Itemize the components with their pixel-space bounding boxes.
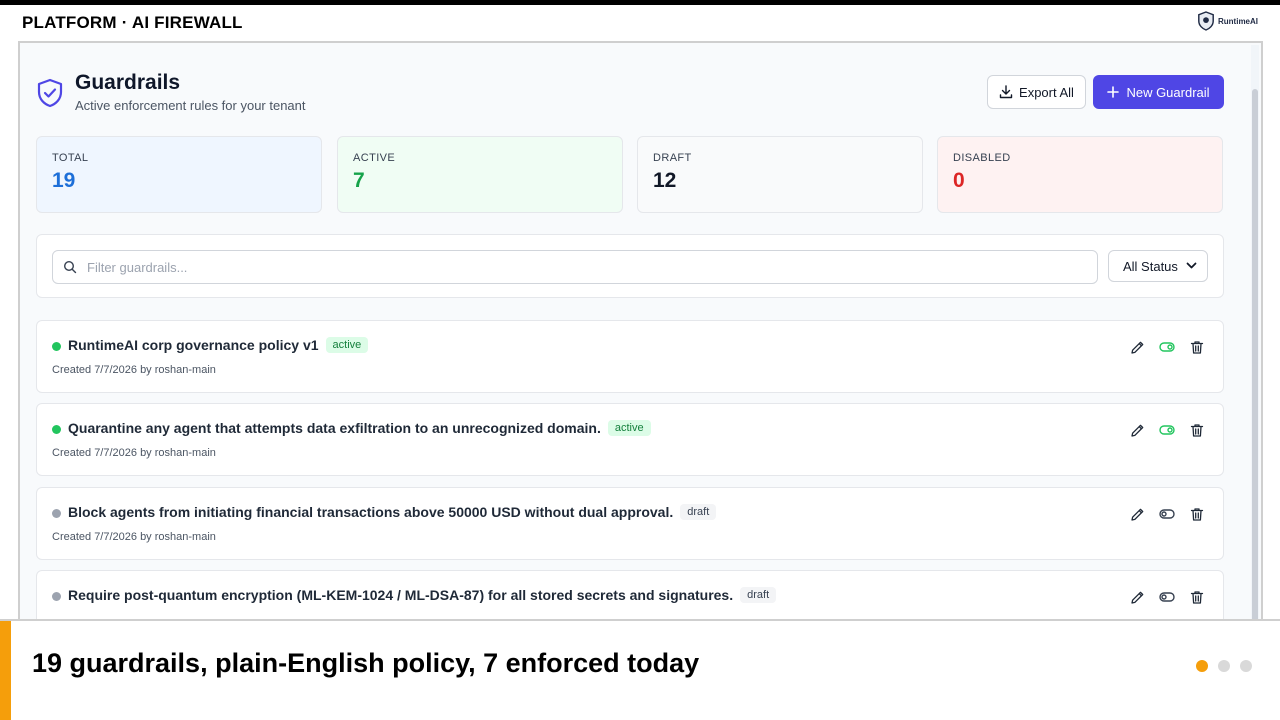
caption-text: 19 guardrails, plain-English policy, 7 e… bbox=[32, 648, 700, 678]
stat-label: DISABLED bbox=[953, 152, 1011, 164]
guardrail-title-row: Block agents from initiating financial t… bbox=[68, 504, 717, 520]
delete-button[interactable] bbox=[1189, 506, 1205, 522]
guardrail-actions bbox=[1129, 589, 1205, 605]
stat-value: 0 bbox=[953, 169, 965, 192]
toggle-icon bbox=[1159, 509, 1175, 519]
search-input[interactable] bbox=[87, 259, 987, 275]
toggle-button[interactable] bbox=[1159, 422, 1175, 438]
trash-icon bbox=[1190, 507, 1204, 521]
guardrail-card[interactable]: Block agents from initiating financial t… bbox=[36, 487, 1224, 560]
stat-card-active: ACTIVE 7 bbox=[337, 136, 623, 213]
delete-button[interactable] bbox=[1189, 339, 1205, 355]
edit-icon bbox=[1130, 591, 1143, 604]
trash-icon bbox=[1190, 590, 1204, 604]
filter-panel: All Status bbox=[36, 234, 1224, 298]
stat-value: 12 bbox=[653, 169, 677, 192]
guardrail-title: Quarantine any agent that attempts data … bbox=[68, 420, 601, 436]
edit-button[interactable] bbox=[1129, 589, 1145, 605]
new-guardrail-button[interactable]: New Guardrail bbox=[1093, 75, 1224, 109]
edit-button[interactable] bbox=[1129, 506, 1145, 522]
guardrail-meta: Created 7/7/2026 by roshan-main bbox=[52, 447, 216, 459]
pager-dot[interactable] bbox=[1196, 660, 1208, 672]
export-all-button[interactable]: Export All bbox=[987, 75, 1086, 109]
pager-dot[interactable] bbox=[1240, 660, 1252, 672]
stat-label: DRAFT bbox=[653, 152, 692, 164]
brand-logo: RuntimeAI bbox=[1197, 11, 1258, 31]
pager-dot[interactable] bbox=[1218, 660, 1230, 672]
guardrail-actions bbox=[1129, 339, 1205, 355]
trash-icon bbox=[1190, 423, 1204, 437]
stat-value: 19 bbox=[52, 169, 76, 192]
stat-card-draft: DRAFT 12 bbox=[637, 136, 923, 213]
export-all-label: Export All bbox=[1019, 84, 1074, 100]
search-box[interactable] bbox=[52, 250, 1098, 284]
status-badge: active bbox=[325, 337, 369, 353]
shield-check-icon bbox=[37, 78, 63, 108]
guardrail-card[interactable]: RuntimeAI corp governance policy v1 acti… bbox=[36, 320, 1224, 393]
status-dot bbox=[52, 425, 61, 434]
slide-label: PLATFORM · AI FIREWALL bbox=[22, 13, 243, 32]
guardrail-title: RuntimeAI corp governance policy v1 bbox=[68, 337, 319, 353]
status-dot bbox=[52, 509, 61, 518]
slide-pager bbox=[1196, 660, 1252, 672]
edit-button[interactable] bbox=[1129, 422, 1145, 438]
page-title: Guardrails bbox=[75, 71, 181, 94]
guardrail-title-row: Quarantine any agent that attempts data … bbox=[68, 420, 651, 436]
guardrail-card[interactable]: Quarantine any agent that attempts data … bbox=[36, 403, 1224, 476]
toggle-icon bbox=[1159, 425, 1175, 435]
status-dot bbox=[52, 342, 61, 351]
stat-label: TOTAL bbox=[52, 152, 89, 164]
guardrail-title: Require post-quantum encryption (ML-KEM-… bbox=[68, 587, 734, 603]
delete-button[interactable] bbox=[1189, 422, 1205, 438]
status-dot bbox=[52, 592, 61, 601]
toggle-icon bbox=[1159, 342, 1175, 352]
toggle-icon bbox=[1159, 592, 1175, 602]
new-guardrail-label: New Guardrail bbox=[1126, 84, 1210, 100]
search-icon bbox=[63, 260, 77, 274]
edit-icon bbox=[1130, 424, 1143, 437]
guardrail-meta: Created 7/7/2026 by roshan-main bbox=[52, 364, 216, 376]
guardrail-title-row: Require post-quantum encryption (ML-KEM-… bbox=[68, 587, 777, 603]
trash-icon bbox=[1190, 340, 1204, 354]
delete-button[interactable] bbox=[1189, 589, 1205, 605]
stat-label: ACTIVE bbox=[353, 152, 396, 164]
caption-accent-bar bbox=[0, 621, 11, 720]
edit-icon bbox=[1130, 508, 1143, 521]
guardrail-title-row: RuntimeAI corp governance policy v1 acti… bbox=[68, 337, 369, 353]
caption-panel: 19 guardrails, plain-English policy, 7 e… bbox=[0, 619, 1280, 720]
status-select[interactable]: All Status bbox=[1108, 250, 1208, 282]
page-subtitle: Active enforcement rules for your tenant bbox=[75, 98, 306, 113]
chevron-down-icon bbox=[1186, 262, 1197, 269]
guardrail-actions bbox=[1129, 422, 1205, 438]
download-icon bbox=[999, 85, 1013, 99]
plus-icon bbox=[1107, 86, 1120, 98]
brand-name: RuntimeAI bbox=[1218, 16, 1258, 26]
scrollbar-thumb[interactable] bbox=[1252, 89, 1258, 621]
edit-icon bbox=[1130, 341, 1143, 354]
status-badge: draft bbox=[740, 587, 777, 603]
stat-value: 7 bbox=[353, 169, 365, 192]
edit-button[interactable] bbox=[1129, 339, 1145, 355]
top-rule bbox=[0, 0, 1280, 5]
status-badge: draft bbox=[680, 504, 717, 520]
guardrail-actions bbox=[1129, 506, 1205, 522]
toggle-button[interactable] bbox=[1159, 506, 1175, 522]
status-badge: active bbox=[607, 420, 651, 436]
guardrail-title: Block agents from initiating financial t… bbox=[68, 504, 674, 520]
guardrail-meta: Created 7/7/2026 by roshan-main bbox=[52, 531, 216, 543]
toggle-button[interactable] bbox=[1159, 589, 1175, 605]
toggle-button[interactable] bbox=[1159, 339, 1175, 355]
brand-shield-icon bbox=[1198, 11, 1214, 31]
stat-card-disabled: DISABLED 0 bbox=[937, 136, 1223, 213]
stat-card-total: TOTAL 19 bbox=[36, 136, 322, 213]
status-select-value: All Status bbox=[1123, 258, 1178, 274]
